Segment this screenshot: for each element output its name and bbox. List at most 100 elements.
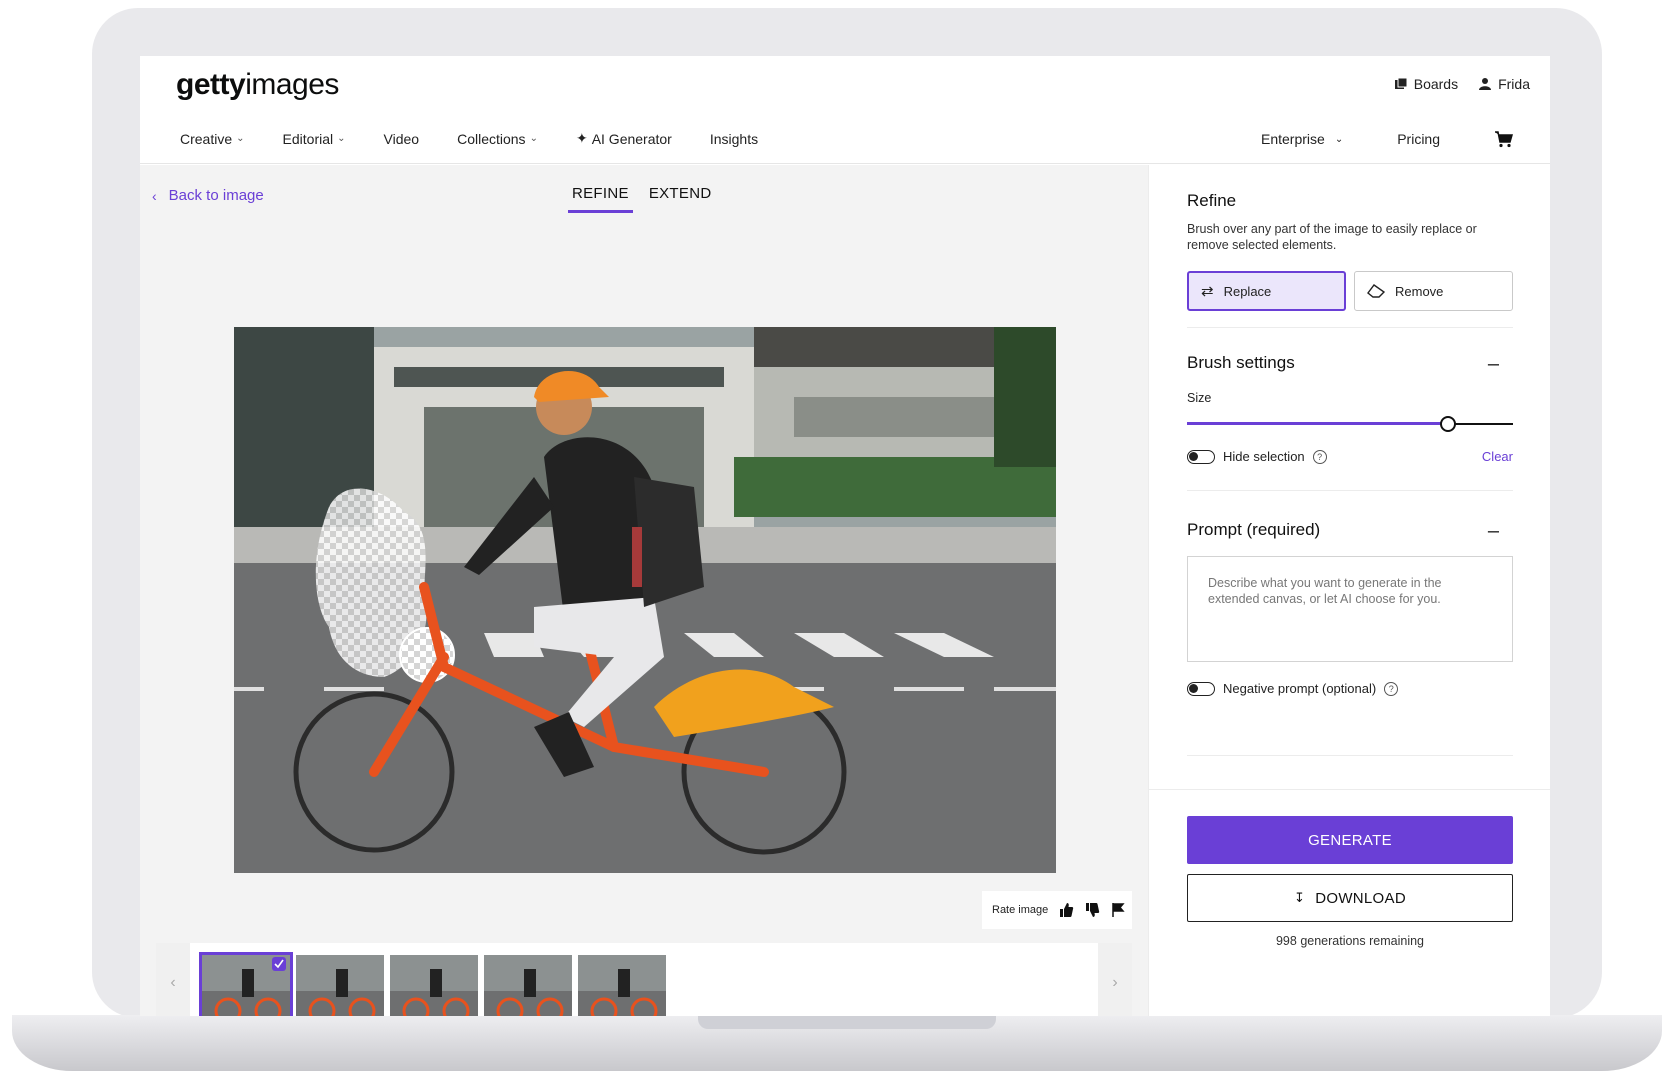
nav-label-editorial: Editorial (282, 130, 334, 147)
thumb-image (578, 955, 666, 1016)
download-button[interactable]: ↧ DOWNLOAD (1187, 874, 1513, 922)
chevron-down-icon: ⌄ (337, 133, 346, 144)
variation-thumb[interactable] (390, 955, 478, 1016)
chevron-right-icon: › (1112, 974, 1118, 991)
thumb-image (202, 955, 290, 1016)
user-icon (1479, 78, 1492, 90)
tab-refine[interactable]: REFINE (568, 185, 633, 213)
chevron-left-icon: ‹ (170, 974, 176, 991)
prompt-input[interactable] (1187, 556, 1513, 662)
negative-prompt-toggle[interactable] (1187, 681, 1215, 696)
refine-title: Refine (1187, 191, 1237, 210)
download-label: DOWNLOAD (1315, 889, 1406, 907)
variation-thumb[interactable] (296, 955, 384, 1016)
logo-light-text: images (245, 68, 339, 101)
nav-label-collections: Collections (457, 130, 526, 147)
thumb-image (390, 955, 478, 1016)
prompt-section: Prompt (required) – Negative prompt (opt… (1187, 520, 1513, 696)
chevron-left-icon: ‹ (152, 187, 157, 204)
thumb-image (484, 955, 572, 1016)
thumbs-up-icon[interactable] (1058, 902, 1074, 918)
divider (1187, 755, 1513, 756)
chevron-down-icon: ⌄ (236, 133, 245, 144)
divider (1187, 327, 1513, 328)
user-menu[interactable]: Frida (1478, 76, 1530, 92)
hide-selection-row: Hide selection ? Clear (1187, 449, 1513, 464)
nav-item-ai-generator[interactable]: ✦ AI Generator (576, 130, 672, 147)
main-nav: Creative ⌄ Editorial ⌄ Video Collections ⌄ … (180, 130, 796, 147)
flag-icon[interactable] (1110, 902, 1126, 918)
remove-label: Remove (1395, 283, 1444, 299)
nav-label-video: Video (383, 130, 420, 147)
nav-item-creative[interactable]: Creative ⌄ (180, 130, 245, 147)
sparkle-icon: ✦ (575, 130, 588, 146)
divider (1187, 490, 1513, 491)
editor-canvas-area: ‹ Back to image REFINE EXTEND Rate image… (140, 165, 1148, 1016)
replace-label: Replace (1223, 283, 1272, 299)
variations-strip: ‹ › (156, 943, 1132, 1016)
refine-mode-toggle: ⇄ Replace Remove (1187, 271, 1513, 311)
negative-prompt-row: Negative prompt (optional) ? (1187, 681, 1513, 696)
replace-button[interactable]: ⇄ Replace (1187, 271, 1346, 311)
refine-section: Refine Brush over any part of the image … (1187, 191, 1513, 311)
brush-settings-title: Brush settings (1187, 353, 1295, 372)
getty-logo[interactable]: gettyimages (176, 68, 339, 102)
cart-icon[interactable] (1494, 130, 1514, 148)
generations-remaining: 998 generations remaining (1275, 934, 1425, 948)
thumbs-down-icon[interactable] (1084, 902, 1100, 918)
boards-icon (1394, 77, 1408, 89)
back-label: Back to image (168, 187, 264, 204)
tab-extend[interactable]: EXTEND (645, 185, 716, 213)
nav-label-pricing: Pricing (1397, 131, 1440, 147)
help-icon[interactable]: ? (1384, 681, 1399, 696)
nav-item-insights[interactable]: Insights (710, 130, 758, 147)
chevron-down-icon: ⌄ (1334, 133, 1344, 145)
brush-settings-section: Brush settings – Size Hide selection ? C… (1187, 353, 1513, 464)
nav-label-insights: Insights (709, 130, 759, 147)
screen: gettyimages Boards Frida Creative ⌄ Edito… (140, 56, 1550, 1016)
swap-arrows-icon: ⇄ (1201, 283, 1214, 300)
nav-item-enterprise[interactable]: Enterprise ⌄ (1261, 131, 1343, 147)
rate-label: Rate image (992, 904, 1049, 916)
thumbs-next-button[interactable]: › (1098, 943, 1132, 1016)
back-to-image-link[interactable]: ‹ Back to image (152, 187, 264, 204)
negative-prompt-label: Negative prompt (optional) (1223, 681, 1377, 696)
hide-selection-label: Hide selection (1223, 449, 1305, 464)
mode-tabs: REFINE EXTEND (568, 185, 715, 213)
prompt-title: Prompt (required) (1187, 520, 1321, 539)
variation-thumb[interactable] (199, 952, 293, 1016)
chevron-down-icon: ⌄ (529, 133, 538, 144)
collapse-minus-icon[interactable]: – (1488, 353, 1499, 376)
generate-button[interactable]: GENERATE (1187, 816, 1513, 864)
nav-label-enterprise: Enterprise (1261, 131, 1325, 147)
clear-link[interactable]: Clear (1482, 449, 1513, 464)
collapse-minus-icon[interactable]: – (1488, 520, 1499, 543)
nav-label-ai-generator: AI Generator (591, 130, 672, 147)
nav-item-pricing[interactable]: Pricing (1397, 131, 1440, 147)
nav-label-creative: Creative (180, 130, 233, 147)
rate-image-bar: Rate image (982, 891, 1132, 929)
user-name: Frida (1498, 76, 1530, 92)
brush-size-slider[interactable] (1187, 413, 1513, 433)
thumb-image (296, 955, 384, 1016)
refine-panel: Refine Brush over any part of the image … (1148, 165, 1550, 1016)
boards-link[interactable]: Boards (1394, 76, 1458, 92)
help-icon[interactable]: ? (1312, 449, 1327, 464)
logo-bold-text: getty (176, 68, 246, 101)
photo-illustration (234, 327, 1056, 873)
download-icon: ↧ (1294, 890, 1306, 905)
remove-button[interactable]: Remove (1354, 271, 1513, 311)
variation-thumb[interactable] (484, 955, 572, 1016)
variation-thumb[interactable] (578, 955, 666, 1016)
slider-fill (1187, 422, 1448, 425)
nav-item-collections[interactable]: Collections ⌄ (457, 130, 538, 147)
nav-item-editorial[interactable]: Editorial ⌄ (283, 130, 346, 147)
eraser-icon (1367, 284, 1385, 298)
size-label: Size (1187, 391, 1212, 405)
nav-right: Enterprise ⌄ Pricing (1261, 130, 1514, 148)
slider-handle[interactable] (1440, 416, 1456, 432)
nav-item-video[interactable]: Video (384, 130, 420, 147)
thumbs-prev-button[interactable]: ‹ (156, 943, 190, 1016)
edited-photo[interactable] (234, 327, 1056, 873)
hide-selection-toggle[interactable] (1187, 449, 1215, 464)
